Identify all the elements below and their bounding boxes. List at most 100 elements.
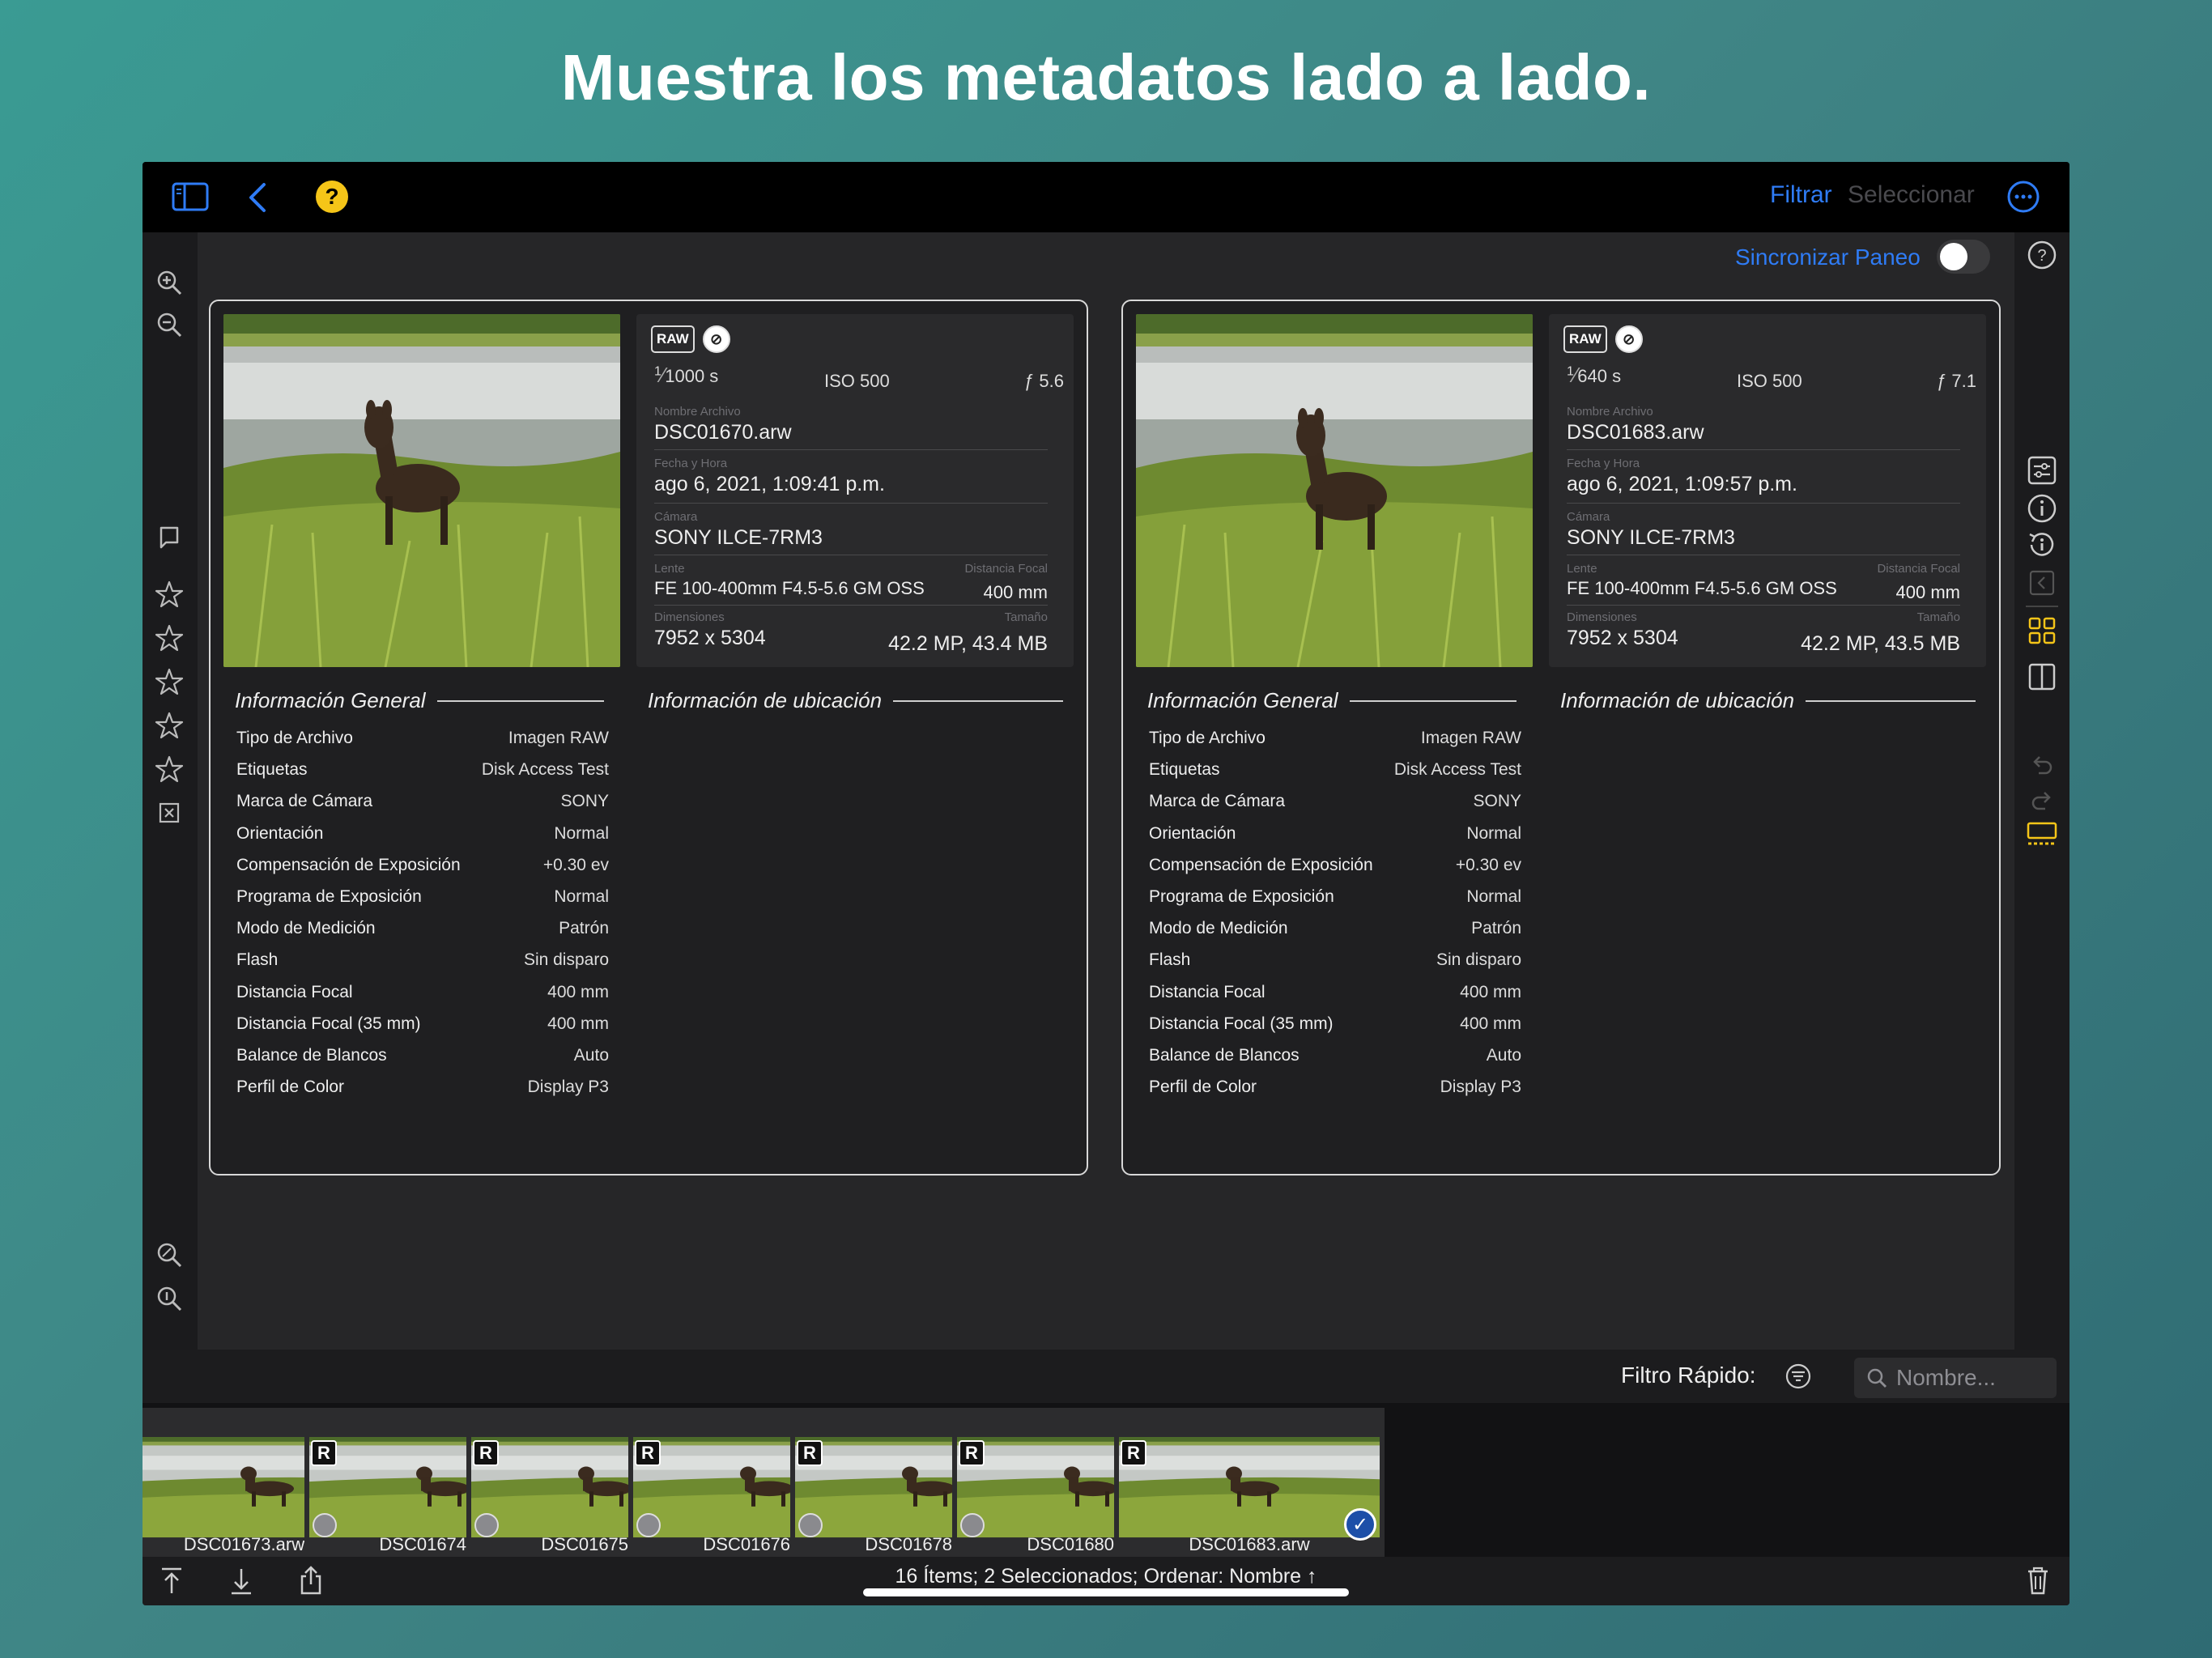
property-value: Imagen RAW: [508, 729, 609, 747]
property-value: Auto: [573, 1045, 609, 1065]
raw-indicator: R: [635, 1440, 661, 1466]
photo-preview[interactable]: [223, 314, 620, 667]
selection-circle[interactable]: [474, 1513, 499, 1537]
location-info-title: Información de ubicación: [648, 688, 1064, 713]
property-value: Imagen RAW: [1420, 729, 1521, 747]
flag-icon[interactable]: [157, 525, 181, 550]
star-1-icon[interactable]: [155, 580, 184, 609]
filename-field: Nombre Archivo DSC01670.arw: [654, 405, 1048, 450]
dimensions-field: Dimensiones Tamaño 7952 x 5304 42.2 MP, …: [654, 610, 1048, 655]
property-label: Tipo de Archivo: [1149, 729, 1266, 747]
trash-icon[interactable]: [2026, 1565, 2050, 1596]
help-circle-icon[interactable]: ?: [2027, 240, 2057, 270]
thumbnail-item[interactable]: R ✓ DSC01683.arw: [1114, 1408, 1385, 1557]
svg-text:?: ?: [2037, 247, 2046, 265]
more-options-icon[interactable]: [2006, 180, 2040, 214]
property-value: Sin disparo: [523, 950, 609, 970]
adjustments-icon[interactable]: [2027, 455, 2057, 486]
filter-button[interactable]: Filtrar: [1770, 181, 1832, 209]
property-label: Marca de Cámara: [236, 792, 373, 811]
property-row: Distancia Focal 400 mm: [236, 976, 609, 1008]
property-label: Flash: [236, 950, 279, 970]
zoom-actual-icon[interactable]: [155, 1285, 183, 1312]
property-value: SONY: [1473, 792, 1521, 811]
top-toolbar: ? Filtrar Seleccionar: [143, 162, 2069, 232]
selection-circle[interactable]: [960, 1513, 985, 1537]
property-row: Flash Sin disparo: [1149, 944, 1521, 976]
filename-field: Nombre Archivo DSC01683.arw: [1567, 405, 1960, 450]
property-row: Tipo de Archivo Imagen RAW: [236, 722, 609, 754]
zoom-out-icon[interactable]: [155, 311, 183, 338]
split-view-icon[interactable]: [2027, 662, 2057, 691]
filmstrip-toggle-icon[interactable]: [2026, 821, 2058, 848]
zoom-fit-icon[interactable]: [155, 1241, 183, 1269]
exposure-row: 1⁄640 s ISO 500 ƒ 7.1: [1567, 363, 1976, 395]
thumbnail-strip: DSC01673.arw R DSC01674.arw R DSC01675.arw R D…: [143, 1403, 2069, 1557]
raw-indicator: R: [311, 1440, 337, 1466]
property-row: Perfil de Color Display P3: [236, 1071, 609, 1103]
property-row: Orientación Normal: [236, 818, 609, 849]
bottom-toolbar: 16 Ítems; 2 Seleccionados; Ordenar: Nomb…: [143, 1557, 2069, 1605]
raw-indicator: R: [1121, 1440, 1146, 1466]
raw-indicator: R: [959, 1440, 985, 1466]
filter-menu-icon[interactable]: [1784, 1363, 1812, 1390]
undo-icon[interactable]: [2029, 752, 2055, 778]
general-properties: Tipo de Archivo Imagen RAW Etiquetas Disk A…: [236, 722, 609, 1103]
property-row: Balance de Blancos Auto: [1149, 1039, 1521, 1071]
property-row: Etiquetas Disk Access Test: [236, 754, 609, 785]
iso-value: ISO 500: [824, 371, 890, 391]
property-value: +0.30 ev: [1455, 855, 1521, 874]
property-value: Normal: [554, 886, 609, 906]
shutter-speed: 1⁄640 s: [1567, 363, 1622, 387]
property-row: Programa de Exposición Normal: [236, 881, 609, 912]
property-value: +0.30 ev: [542, 855, 609, 874]
selection-circle[interactable]: [798, 1513, 823, 1537]
property-row: Distancia Focal (35 mm) 400 mm: [236, 1008, 609, 1039]
sync-pan-toggle[interactable]: [1937, 240, 1990, 274]
photo-preview[interactable]: [1136, 314, 1533, 667]
collapse-panel-icon[interactable]: [2028, 569, 2056, 597]
general-info-title: Información General: [235, 688, 604, 713]
flash-off-icon: ⊘: [702, 325, 730, 353]
back-chevron-icon[interactable]: [248, 182, 267, 213]
search-input[interactable]: Nombre...: [1854, 1358, 2057, 1398]
location-info-title: Información de ubicación: [1560, 688, 1976, 713]
property-label: Distancia Focal (35 mm): [236, 1014, 421, 1033]
property-row: Tipo de Archivo Imagen RAW: [1149, 722, 1521, 754]
raw-badge: RAW: [1563, 325, 1607, 353]
property-row: Programa de Exposición Normal: [1149, 881, 1521, 912]
selection-circle[interactable]: [313, 1513, 337, 1537]
selection-circle[interactable]: [636, 1513, 661, 1537]
star-3-icon[interactable]: [155, 667, 184, 696]
iso-value: ISO 500: [1737, 371, 1802, 391]
property-label: Orientación: [236, 823, 324, 843]
info-icon[interactable]: [2027, 493, 2057, 524]
reject-icon[interactable]: [158, 801, 181, 824]
toolbar-divider: [2026, 606, 2058, 607]
help-button[interactable]: ?: [316, 181, 348, 213]
property-row: Compensación de Exposición +0.30 ev: [236, 849, 609, 881]
toggle-knob: [1940, 243, 1967, 270]
sidebar-toggle-icon[interactable]: [172, 182, 209, 211]
camera-field: Cámara SONY ILCE-7RM3: [1567, 510, 1960, 555]
property-label: Etiquetas: [1149, 760, 1220, 780]
redo-icon[interactable]: [2029, 788, 2055, 814]
grid-view-icon[interactable]: [2027, 616, 2057, 645]
property-value: Display P3: [1440, 1078, 1521, 1097]
star-5-icon[interactable]: [155, 755, 184, 784]
property-row: Marca de Cámara SONY: [236, 785, 609, 817]
select-button[interactable]: Seleccionar: [1848, 181, 1975, 209]
property-value: SONY: [560, 792, 609, 811]
exposure-row: 1⁄1000 s ISO 500 ƒ 5.6: [654, 363, 1064, 395]
property-value: Normal: [1466, 886, 1521, 906]
star-2-icon[interactable]: [155, 623, 184, 653]
property-value: Auto: [1486, 1045, 1521, 1065]
star-4-icon[interactable]: [155, 711, 184, 740]
raw-badge: RAW: [651, 325, 695, 353]
info-rotate-icon[interactable]: [2027, 529, 2057, 560]
zoom-in-icon[interactable]: [155, 269, 183, 296]
selected-check-icon[interactable]: ✓: [1344, 1508, 1376, 1541]
property-row: Marca de Cámara SONY: [1149, 785, 1521, 817]
dimensions-field: Dimensiones Tamaño 7952 x 5304 42.2 MP, …: [1567, 610, 1960, 655]
shutter-speed: 1⁄1000 s: [654, 363, 719, 387]
